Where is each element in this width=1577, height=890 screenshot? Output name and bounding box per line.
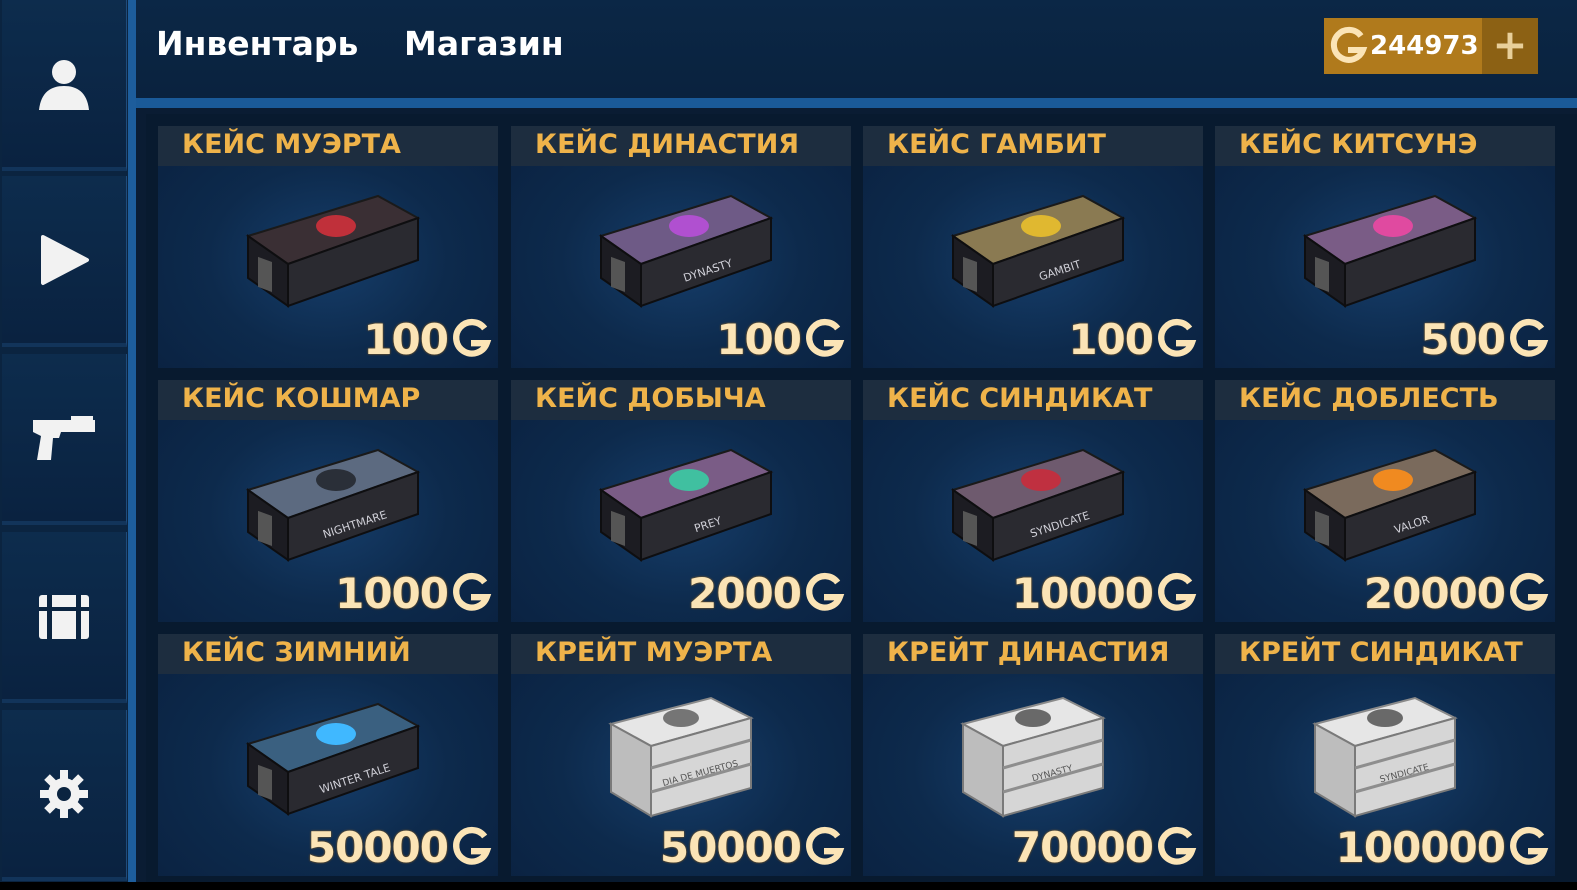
item-title: КЕЙС КОШМАР xyxy=(158,380,498,420)
item-title: КРЕЙТ СИНДИКАТ xyxy=(1215,634,1555,674)
g-coin-icon xyxy=(453,826,492,865)
weapon-case-image: WINTER TALE xyxy=(245,702,421,816)
wooden-crate-image: DYNASTY xyxy=(960,696,1106,818)
game-shop-screen: Инвентарь Магазин 244973 + КЕЙС МУЭРТА 10… xyxy=(0,0,1577,890)
g-coin-icon xyxy=(1158,318,1197,357)
g-coin-icon xyxy=(1330,26,1368,63)
add-currency-button[interactable]: + xyxy=(1482,18,1538,74)
price-amount: 100 xyxy=(1068,314,1154,364)
price-amount: 100000 xyxy=(1335,822,1506,872)
weapon-case-image: DYNASTY xyxy=(598,194,774,308)
weapon-case-image: PREY xyxy=(598,448,774,562)
item-price: 100 xyxy=(716,314,845,364)
item-title: КРЕЙТ МУЭРТА xyxy=(511,634,851,674)
item-price: 2000 xyxy=(688,568,845,618)
sidebar-item-profile[interactable] xyxy=(2,0,127,171)
tab-inventory[interactable]: Инвентарь xyxy=(156,24,358,63)
price-amount: 10000 xyxy=(1011,568,1154,618)
item-title: КЕЙС КИТСУНЭ xyxy=(1215,126,1555,166)
top-bar: Инвентарь Магазин 244973 + xyxy=(136,0,1577,98)
g-coin-icon xyxy=(453,318,492,357)
item-title: КЕЙС ГАМБИТ xyxy=(863,126,1203,166)
item-title: КРЕЙТ ДИНАСТИЯ xyxy=(863,634,1203,674)
item-price: 500 xyxy=(1420,314,1549,364)
item-title: КЕЙС ДОБЫЧА xyxy=(511,380,851,420)
sidebar xyxy=(0,0,130,882)
tab-shop[interactable]: Магазин xyxy=(404,24,564,63)
gear-icon xyxy=(40,769,88,818)
g-coin-icon xyxy=(1158,572,1197,611)
item-price: 100000 xyxy=(1336,822,1549,872)
pistol-icon xyxy=(33,415,95,460)
item-price: 70000 xyxy=(1012,822,1197,872)
weapon-case-image: VALOR xyxy=(1302,448,1478,562)
shop-item-card[interactable]: КЕЙС ДОБЫЧА PREY 2000 xyxy=(511,380,851,622)
shop-item-card[interactable]: КРЕЙТ СИНДИКАТ SYNDICATE 100000 xyxy=(1215,634,1555,876)
g-coin-icon xyxy=(1510,318,1549,357)
shop-item-card[interactable]: КЕЙС ДИНАСТИЯ DYNASTY 100 xyxy=(511,126,851,368)
header-underline xyxy=(136,98,1577,108)
wooden-crate-image: DIA DE MUERTOS xyxy=(608,696,754,818)
item-title: КЕЙС МУЭРТА xyxy=(158,126,498,166)
price-amount: 1000 xyxy=(335,568,449,618)
weapon-case-image xyxy=(1302,194,1478,308)
price-amount: 50000 xyxy=(306,822,449,872)
balance-amount: 244973 xyxy=(1370,31,1479,61)
item-price: 100 xyxy=(1068,314,1197,364)
item-title: КЕЙС ДИНАСТИЯ xyxy=(511,126,851,166)
item-price: 10000 xyxy=(1012,568,1197,618)
shop-item-card[interactable]: КРЕЙТ ДИНАСТИЯ DYNASTY 70000 xyxy=(863,634,1203,876)
weapon-case-image: GAMBIT xyxy=(950,194,1126,308)
shop-item-card[interactable]: КЕЙС ДОБЛЕСТЬ VALOR 20000 xyxy=(1215,380,1555,622)
currency-balance: 244973 + xyxy=(1324,18,1538,74)
weapon-case-image: SYNDICATE xyxy=(950,448,1126,562)
sidebar-item-cases[interactable] xyxy=(2,532,127,703)
price-amount: 100 xyxy=(716,314,802,364)
shop-item-card[interactable]: КЕЙС ГАМБИТ GAMBIT 100 xyxy=(863,126,1203,368)
price-amount: 500 xyxy=(1420,314,1506,364)
price-amount: 50000 xyxy=(659,822,802,872)
g-coin-icon xyxy=(806,826,845,865)
item-title: КЕЙС ДОБЛЕСТЬ xyxy=(1215,380,1555,420)
item-price: 50000 xyxy=(307,822,492,872)
sidebar-item-settings[interactable] xyxy=(2,710,127,881)
weapon-case-image: NIGHTMARE xyxy=(245,448,421,562)
item-price: 50000 xyxy=(660,822,845,872)
price-amount: 100 xyxy=(363,314,449,364)
case-icon xyxy=(39,594,89,639)
item-title: КЕЙС ЗИМНИЙ xyxy=(158,634,498,674)
profile-icon xyxy=(39,59,89,110)
g-coin-icon xyxy=(806,572,845,611)
shop-grid: КЕЙС МУЭРТА 100 КЕЙС ДИНАСТИЯ DYNASTY 100 КЕЙ… xyxy=(146,114,1577,882)
sidebar-item-weapons[interactable] xyxy=(2,354,127,525)
shop-item-card[interactable]: КЕЙС ЗИМНИЙ WINTER TALE 50000 xyxy=(158,634,498,876)
weapon-case-image xyxy=(245,194,421,308)
shop-item-card[interactable]: КЕЙС МУЭРТА 100 xyxy=(158,126,498,368)
g-coin-icon xyxy=(1510,826,1549,865)
play-icon xyxy=(41,234,89,285)
g-coin-icon xyxy=(453,572,492,611)
shop-item-card[interactable]: КЕЙС КОШМАР NIGHTMARE 1000 xyxy=(158,380,498,622)
price-amount: 70000 xyxy=(1011,822,1154,872)
item-price: 1000 xyxy=(335,568,492,618)
item-title: КЕЙС СИНДИКАТ xyxy=(863,380,1203,420)
price-amount: 2000 xyxy=(688,568,802,618)
bottom-strip xyxy=(0,882,1577,890)
g-coin-icon xyxy=(1158,826,1197,865)
wooden-crate-image: SYNDICATE xyxy=(1312,696,1458,818)
shop-item-card[interactable]: КЕЙС КИТСУНЭ 500 xyxy=(1215,126,1555,368)
sidebar-divider xyxy=(128,0,136,882)
g-coin-icon xyxy=(806,318,845,357)
item-price: 100 xyxy=(363,314,492,364)
shop-item-card[interactable]: КЕЙС СИНДИКАТ SYNDICATE 10000 xyxy=(863,380,1203,622)
item-price: 20000 xyxy=(1364,568,1549,618)
price-amount: 20000 xyxy=(1363,568,1506,618)
sidebar-item-play[interactable] xyxy=(2,176,127,347)
g-coin-icon xyxy=(1510,572,1549,611)
shop-item-card[interactable]: КРЕЙТ МУЭРТА DIA DE MUERTOS 50000 xyxy=(511,634,851,876)
